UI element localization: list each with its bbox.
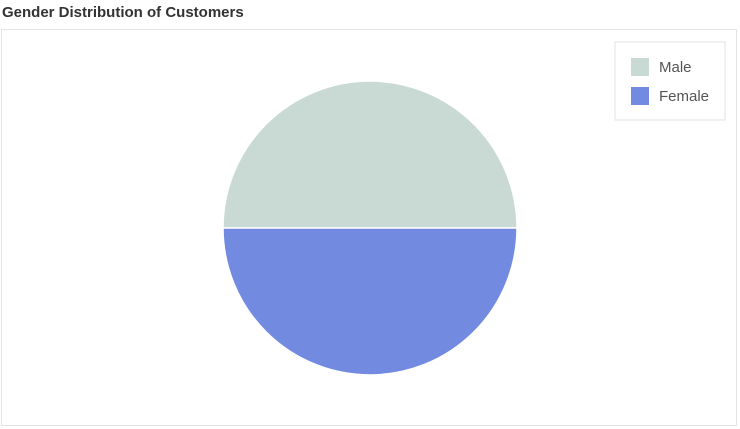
legend: Male Female	[614, 41, 726, 121]
pie-slice-male[interactable]	[222, 80, 518, 229]
chart-page: Gender Distribution of Customers Male Fem…	[0, 0, 740, 429]
legend-label-female[interactable]: Female	[659, 88, 709, 105]
legend-swatch-male	[631, 58, 649, 76]
legend-swatch-female	[631, 87, 649, 105]
legend-label-male[interactable]: Male	[659, 59, 692, 76]
pie-chart: Male Female	[222, 41, 726, 376]
legend-box	[614, 41, 726, 121]
pie-slice-female[interactable]	[222, 227, 518, 376]
pie-slices	[222, 80, 518, 376]
